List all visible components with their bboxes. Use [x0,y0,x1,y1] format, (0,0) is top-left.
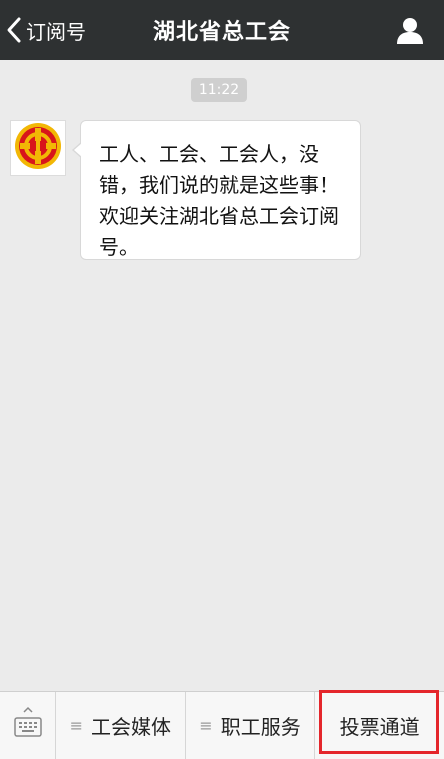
keyboard-toggle[interactable] [0,692,56,759]
bubble-tail-inner [74,143,82,157]
chat-screen: 订阅号 湖北省总工会 11:22 工人、工会、工会人，没错，我们说的就是这些事！… [0,0,444,759]
person-icon [394,18,426,50]
message-text: 工人、工会、工会人，没错，我们说的就是这些事！欢迎关注湖北省总工会订阅号。 [99,142,339,259]
menu-item-label: 工会媒体 [91,715,172,739]
profile-button[interactable] [394,14,426,46]
avatar[interactable] [10,120,66,176]
list-icon: ≡ [69,716,84,735]
chevron-left-icon [6,16,22,44]
back-button[interactable]: 订阅号 [6,0,86,60]
menu-item-label: 职工服务 [220,715,301,739]
back-label: 订阅号 [26,19,86,44]
menu-item-voting[interactable]: 投票通道 [315,692,444,759]
list-icon: ≡ [199,716,213,735]
top-bar: 订阅号 湖北省总工会 [0,0,444,60]
menu-item-label: 投票通道 [339,715,420,739]
message-timestamp: 11:22 [191,78,247,102]
bottom-menu: ≡ 工会媒体 ≡ 职工服务 投票通道 [0,691,444,759]
keyboard-icon [13,706,43,746]
message-bubble[interactable]: 工人、工会、工会人，没错，我们说的就是这些事！欢迎关注湖北省总工会订阅号。 [80,120,361,260]
menu-item-media[interactable]: ≡ 工会媒体 [56,692,186,759]
menu-item-services[interactable]: ≡ 职工服务 [186,692,316,759]
union-logo-icon [14,122,62,174]
